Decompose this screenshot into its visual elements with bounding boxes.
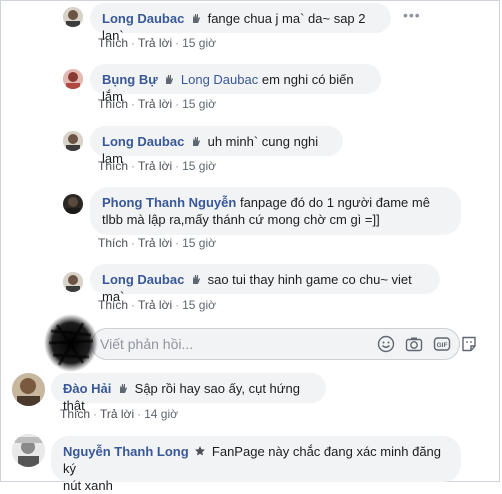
timestamp[interactable]: 15 giờ (182, 298, 216, 312)
comment-author[interactable]: Long Daubac (102, 272, 184, 287)
comment-bubble: Long Daubac sao tui thay hinh game co ch… (90, 264, 440, 304)
avatar[interactable] (12, 434, 45, 467)
more-options-icon[interactable]: ••• (403, 7, 421, 23)
reply-link[interactable]: Trả lời (100, 407, 134, 421)
comment-thread-panel: Long Daubac fange chua j ma` da~ sap 2 l… (0, 0, 500, 493)
comment-bubble: Nguyễn Thanh Long FanPage này chắc đang … (51, 436, 461, 493)
comment-actions: Thích · Trả lời · 14 giờ (60, 407, 178, 421)
like-link[interactable]: Thích (60, 407, 90, 421)
reply-link[interactable]: Trả lời (138, 159, 172, 173)
comment-actions: Thích · Trả lời · 15 giờ (98, 36, 216, 50)
gif-icon[interactable]: GIF (433, 335, 451, 353)
comment-actions: Thích · Trả lời · 15 giờ (98, 159, 216, 173)
comment-text: fanpage đó do 1 người đame mê (239, 195, 430, 210)
comment-author[interactable]: Phong Thanh Nguyễn (102, 195, 236, 210)
like-link[interactable]: Thích (98, 159, 128, 173)
comment-author[interactable]: Bụng Bự (102, 72, 158, 87)
like-link[interactable]: Thích (98, 97, 128, 111)
comment-author[interactable]: Long Daubac (102, 11, 184, 26)
like-link[interactable]: Thích (98, 236, 128, 250)
sticker-icon[interactable] (460, 335, 478, 353)
star-badge-icon (195, 446, 206, 456)
timestamp[interactable]: 15 giờ (182, 97, 216, 111)
reply-input[interactable] (100, 329, 360, 359)
like-link[interactable]: Thích (98, 298, 128, 312)
tagged-user[interactable]: Long Daubac (181, 72, 258, 87)
wave-badge-icon (192, 14, 200, 23)
avatar[interactable] (63, 7, 83, 27)
emoji-icon[interactable] (377, 335, 395, 353)
camera-icon[interactable] (405, 335, 423, 353)
reply-link[interactable]: Trả lời (138, 97, 172, 111)
timestamp[interactable]: 14 giờ (144, 407, 178, 421)
reply-link[interactable]: Trả lời (138, 36, 172, 50)
avatar[interactable] (63, 194, 83, 214)
timestamp[interactable]: 15 giờ (182, 236, 216, 250)
comment-actions: Thích · Trả lời · 15 giờ (98, 236, 216, 250)
like-link[interactable]: Thích (98, 36, 128, 50)
avatar[interactable] (63, 272, 83, 292)
comment-bubble: Long Daubac uh minh` cung nghi lam (90, 126, 343, 166)
comment-text: nút xanh (63, 478, 113, 493)
wave-badge-icon (192, 137, 200, 146)
comment-actions: Thích · Trả lời · 15 giờ (98, 97, 216, 111)
wave-badge-icon (166, 75, 174, 84)
comment-author[interactable]: Đào Hải (63, 381, 111, 396)
comment-actions: Thích · Trả lời · 15 giờ (98, 298, 216, 312)
reply-link[interactable]: Trả lời (138, 236, 172, 250)
timestamp[interactable]: 15 giờ (182, 159, 216, 173)
reply-link[interactable]: Trả lời (138, 298, 172, 312)
redacted-avatar (44, 314, 98, 372)
avatar[interactable] (63, 69, 83, 89)
timestamp[interactable]: 15 giờ (182, 36, 216, 50)
wave-badge-icon (192, 275, 200, 284)
comment-author[interactable]: Nguyễn Thanh Long (63, 444, 189, 459)
comment-bubble: Long Daubac fange chua j ma` da~ sap 2 l… (90, 3, 391, 43)
avatar[interactable] (63, 131, 83, 151)
reply-box: GIF (91, 328, 476, 360)
comment-bubble: Đào Hải Sập rồi hay sao ấy, cụt hứng thậ… (51, 373, 326, 413)
comment-bubble: Bụng Bự Long Daubac em nghi có biến lắm (90, 64, 381, 104)
comment-bubble: Phong Thanh Nguyễn fanpage đó do 1 người… (90, 187, 461, 235)
avatar[interactable] (12, 373, 45, 406)
gif-label: GIF (437, 342, 448, 349)
wave-badge-icon (120, 384, 128, 393)
comment-author[interactable]: Long Daubac (102, 134, 184, 149)
comment-text: tlbb mà lập ra,mấy thánh cứ mong chờ cm … (102, 212, 380, 227)
